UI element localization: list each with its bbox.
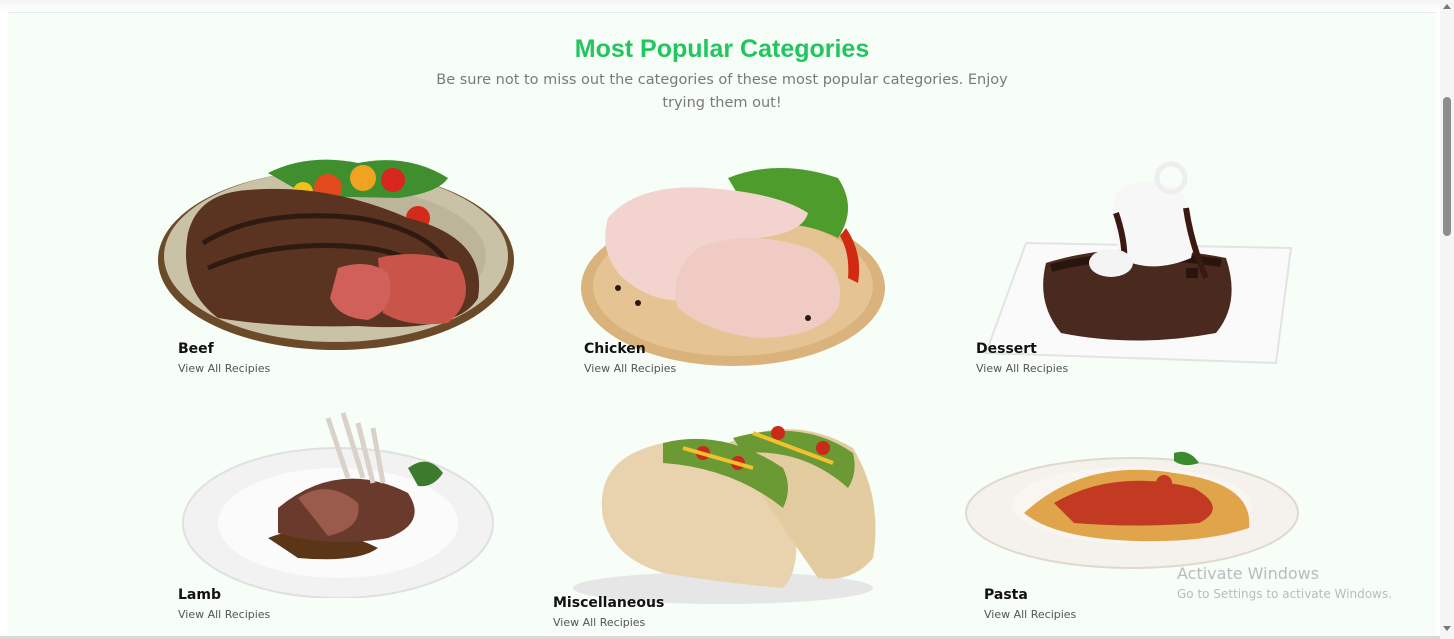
scrollbar-thumb[interactable] xyxy=(1443,97,1451,236)
watermark-line2: Go to Settings to activate Windows. xyxy=(1177,587,1392,601)
lamb-chops-image xyxy=(182,412,494,598)
chicken-legs-image xyxy=(581,168,885,366)
category-name[interactable]: Pasta xyxy=(984,587,1028,603)
top-shadow xyxy=(0,0,1440,12)
chocolate-cake-image xyxy=(984,161,1293,365)
tacos-image xyxy=(573,426,876,604)
beef-steak-image xyxy=(158,159,514,350)
watermark-line1: Activate Windows xyxy=(1177,564,1320,583)
section-subtitle: Be sure not to miss out the categories o… xyxy=(436,72,1008,111)
popular-categories-section: Most Popular Categories Be sure not to m… xyxy=(8,12,1436,635)
view-all-link[interactable]: View All Recipies xyxy=(178,362,270,375)
windows-activation-watermark: Activate Windows Go to Settings to activ… xyxy=(1177,564,1392,601)
category-name[interactable]: Lamb xyxy=(178,587,221,603)
view-all-link[interactable]: View All Recipies xyxy=(178,608,270,621)
category-name[interactable]: Chicken xyxy=(584,341,646,357)
scroll-down-arrow-icon[interactable] xyxy=(1443,626,1451,631)
category-name[interactable]: Beef xyxy=(178,341,214,357)
section-title: Most Popular Categories xyxy=(574,35,870,63)
vertical-scrollbar[interactable] xyxy=(1440,0,1454,639)
view-all-link[interactable]: View All Recipies xyxy=(984,608,1076,621)
view-all-link[interactable]: View All Recipies xyxy=(584,362,676,375)
view-all-link[interactable]: View All Recipies xyxy=(553,616,645,629)
pasta-bowl-image xyxy=(965,451,1299,569)
category-name[interactable]: Dessert xyxy=(976,341,1037,357)
scroll-up-arrow-icon[interactable] xyxy=(1443,4,1451,9)
category-name[interactable]: Miscellaneous xyxy=(553,595,664,611)
view-all-link[interactable]: View All Recipies xyxy=(976,362,1068,375)
